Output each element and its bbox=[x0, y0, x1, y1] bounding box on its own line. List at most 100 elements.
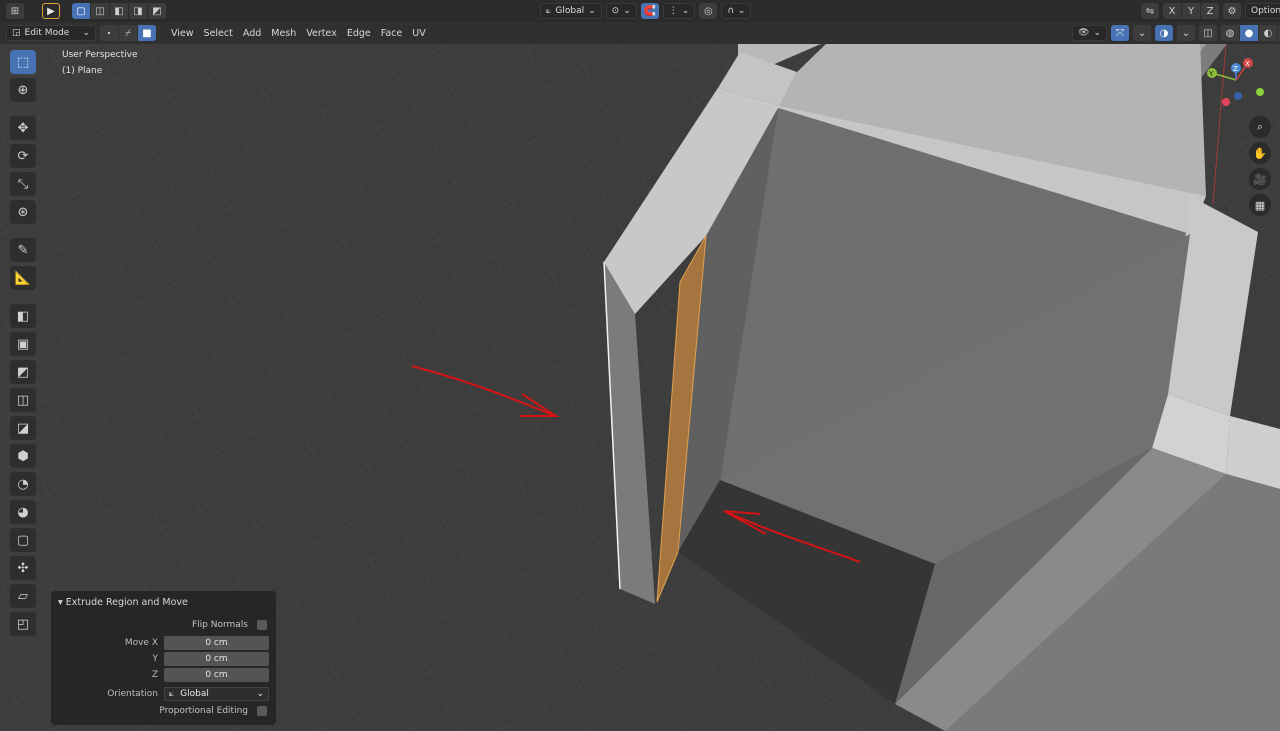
mirror-x-toggle[interactable]: X bbox=[1163, 3, 1181, 19]
options-label: Options bbox=[1251, 6, 1280, 16]
orientation-dropdown[interactable]: ⟀ Global ⌄ bbox=[164, 686, 269, 701]
mirror-y-toggle[interactable]: Y bbox=[1182, 3, 1200, 19]
menu-view[interactable]: View bbox=[166, 28, 199, 39]
operator-panel: ▾ Extrude Region and Move Flip Normals M… bbox=[51, 591, 276, 725]
bevel-icon[interactable]: ◩ bbox=[10, 360, 36, 384]
shear-icon[interactable]: ▱ bbox=[10, 584, 36, 608]
menu-face[interactable]: Face bbox=[376, 28, 407, 39]
chevron-down-icon: ⌄ bbox=[737, 6, 746, 16]
navigation-buttons: ⌕ ✋ 🎥 ▦ bbox=[1248, 116, 1272, 216]
wireframe-shading-icon[interactable]: ◍ bbox=[1220, 25, 1239, 41]
chevron-down-icon: ⌄ bbox=[82, 28, 90, 38]
falloff-dropdown[interactable]: ∩ ⌄ bbox=[721, 3, 752, 19]
snap-target-dropdown[interactable]: ⋮ ⌄ bbox=[662, 3, 696, 19]
menu-edge[interactable]: Edge bbox=[342, 28, 376, 39]
move-icon[interactable]: ✥ bbox=[10, 116, 36, 140]
select-mode-extend-icon[interactable]: ◫ bbox=[91, 3, 109, 19]
select-mode-new-icon[interactable]: ▢ bbox=[72, 3, 90, 19]
chevron-down-icon: ⌄ bbox=[681, 6, 690, 16]
mirror-icon[interactable]: ⇋ bbox=[1141, 3, 1159, 19]
zoom-icon[interactable]: ⌕ bbox=[1249, 116, 1271, 138]
overlays-dropdown-icon[interactable]: ⌄ bbox=[1176, 25, 1195, 41]
poly-build-icon[interactable]: ⬢ bbox=[10, 444, 36, 468]
gizmo-toggle-icon[interactable]: ⤧ bbox=[1110, 25, 1129, 41]
flip-normals-checkbox[interactable] bbox=[257, 619, 267, 630]
knife-icon[interactable]: ◪ bbox=[10, 416, 36, 440]
options-dropdown[interactable]: Options ⌄ bbox=[1245, 3, 1280, 19]
edit-mode-icon: ◲ bbox=[12, 28, 21, 38]
mode-label: Edit Mode bbox=[24, 28, 70, 38]
orientation-icon: ⟀ bbox=[169, 688, 181, 699]
gizmo-neg-z[interactable] bbox=[1234, 92, 1242, 100]
menu-vertex[interactable]: Vertex bbox=[301, 28, 342, 39]
face-select-icon[interactable]: ■ bbox=[138, 25, 156, 41]
pivot-icon: ⊙ bbox=[611, 6, 620, 16]
chevron-down-icon: ⌄ bbox=[1093, 28, 1101, 38]
rotate-icon[interactable]: ⟳ bbox=[10, 144, 36, 168]
scale-icon[interactable]: ⤡ bbox=[10, 172, 36, 196]
overlays-toggle-icon[interactable]: ◑ bbox=[1154, 25, 1173, 41]
mode-dropdown[interactable]: ◲ Edit Mode ⌄ bbox=[6, 25, 96, 41]
snap-increment-icon: ⋮ bbox=[668, 6, 678, 16]
tool-shelf: ⬚ ⊕ ✥ ⟳ ⤡ ⊛ ✎ 📐 ◧ ▣ ◩ ◫ ◪ ⬢ ◔ ◕ ▢ ✣ ▱ ◰ bbox=[8, 50, 38, 636]
menu-uv[interactable]: UV bbox=[407, 28, 430, 39]
move-x-field[interactable]: 0 cm bbox=[164, 635, 269, 650]
vertex-select-icon[interactable]: ⬝ bbox=[100, 25, 118, 41]
proportional-editing-icon[interactable]: ◎ bbox=[699, 3, 718, 19]
orientation-value: Global bbox=[180, 688, 209, 699]
gizmo-neg-x[interactable] bbox=[1222, 98, 1230, 106]
annotate-icon[interactable]: ✎ bbox=[10, 238, 36, 262]
pivot-point-dropdown[interactable]: ⊙ ⌄ bbox=[605, 3, 637, 19]
select-mode-intersect-icon[interactable]: ◩ bbox=[148, 3, 166, 19]
measure-icon[interactable]: 📐 bbox=[10, 266, 36, 290]
edge-select-icon[interactable]: ⌿ bbox=[119, 25, 137, 41]
proportional-editing-label: Proportional Editing bbox=[159, 705, 248, 716]
menu-select[interactable]: Select bbox=[199, 28, 238, 39]
menu-add[interactable]: Add bbox=[238, 28, 266, 39]
chevron-down-icon: ⌄ bbox=[623, 6, 631, 16]
select-box-icon[interactable]: ⬚ bbox=[10, 50, 36, 74]
operator-title: Extrude Region and Move bbox=[65, 597, 188, 608]
material-shading-icon[interactable]: ◐ bbox=[1258, 25, 1277, 41]
rip-region-icon[interactable]: ◰ bbox=[10, 612, 36, 636]
xray-toggle-icon[interactable]: ◫ bbox=[1198, 25, 1217, 41]
gizmo-neg-y[interactable] bbox=[1256, 88, 1264, 96]
gizmo-z-label: Z bbox=[1233, 65, 1238, 73]
edge-slide-icon[interactable]: ▢ bbox=[10, 528, 36, 552]
proportional-editing-checkbox[interactable] bbox=[257, 705, 267, 716]
settings-icon[interactable]: ⚙ bbox=[1223, 3, 1241, 19]
extrude-region-icon[interactable]: ◧ bbox=[10, 304, 36, 328]
move-z-field[interactable]: 0 cm bbox=[164, 667, 269, 682]
gizmo-dropdown-icon[interactable]: ⌄ bbox=[1132, 25, 1151, 41]
orientation-label: Orientation bbox=[107, 688, 158, 699]
loop-cut-icon[interactable]: ◫ bbox=[10, 388, 36, 412]
editor-type-icon[interactable]: ⊞ bbox=[6, 3, 24, 19]
active-tool-icon[interactable]: ▶ bbox=[42, 3, 60, 19]
move-z-label: Z bbox=[151, 669, 158, 680]
inset-faces-icon[interactable]: ▣ bbox=[10, 332, 36, 356]
operator-panel-header[interactable]: ▾ Extrude Region and Move bbox=[58, 597, 188, 608]
spin-icon[interactable]: ◔ bbox=[10, 472, 36, 496]
transform-orientation-dropdown[interactable]: ⟀ Global ⌄ bbox=[540, 3, 602, 19]
viewport-header: ◲ Edit Mode ⌄ ⬝ ⌿ ■ View Select Add Mesh… bbox=[0, 22, 1280, 44]
camera-icon[interactable]: 🎥 bbox=[1249, 168, 1271, 190]
move-y-label: Y bbox=[152, 653, 159, 664]
perspective-grid-icon[interactable]: ▦ bbox=[1249, 194, 1271, 216]
orientation-value: Global bbox=[555, 6, 585, 16]
smooth-icon[interactable]: ◕ bbox=[10, 500, 36, 524]
tool-settings-bar: ⊞ ▶ ▢ ◫ ◧ ◨ ◩ ⟀ Global ⌄ ⊙ ⌄ 🧲 ⋮ ⌄ ◎ ∩ ⌄ bbox=[0, 0, 1280, 22]
pan-hand-icon[interactable]: ✋ bbox=[1249, 142, 1271, 164]
move-y-field[interactable]: 0 cm bbox=[164, 651, 269, 666]
transform-icon[interactable]: ⊛ bbox=[10, 200, 36, 224]
visibility-dropdown[interactable]: 👁 ⌄ bbox=[1072, 25, 1107, 41]
menu-mesh[interactable]: Mesh bbox=[266, 28, 301, 39]
select-mode-invert-icon[interactable]: ◨ bbox=[129, 3, 147, 19]
shrink-fatten-icon[interactable]: ✣ bbox=[10, 556, 36, 580]
snap-icon[interactable]: 🧲 bbox=[640, 3, 659, 19]
select-mode-subtract-icon[interactable]: ◧ bbox=[110, 3, 128, 19]
solid-shading-icon[interactable]: ● bbox=[1239, 25, 1258, 41]
mirror-z-toggle[interactable]: Z bbox=[1201, 3, 1219, 19]
chevron-down-icon: ⌄ bbox=[256, 688, 264, 699]
view-name: User Perspective bbox=[62, 50, 138, 60]
cursor-icon[interactable]: ⊕ bbox=[10, 78, 36, 102]
